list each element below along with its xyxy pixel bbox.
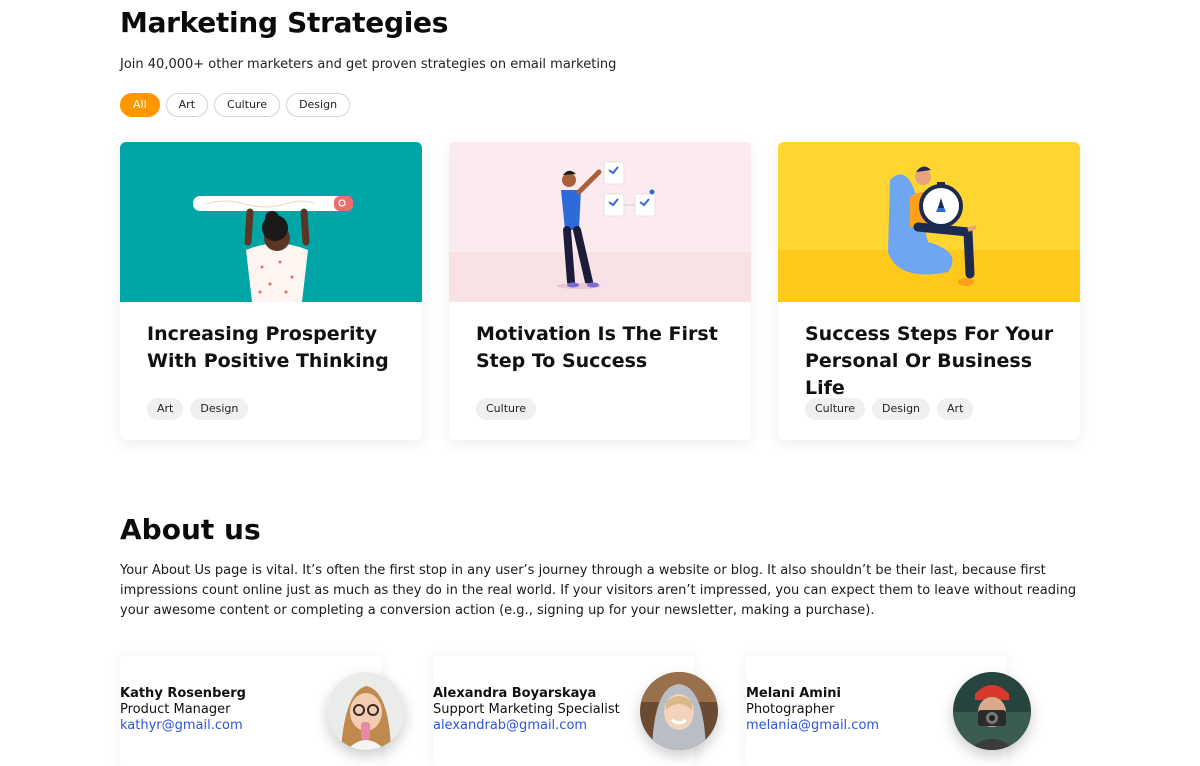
team-list: Kathy Rosenberg Product Manager kathyr@g… [120,656,1031,766]
article-illustration [778,142,1080,302]
article-illustration [449,142,751,302]
member-name: Alexandra Boyarskaya [433,686,597,701]
article-tags: Culture Design Art [805,398,974,420]
avatar [640,672,718,750]
avatar [327,672,405,750]
avatar [953,672,1031,750]
tag[interactable]: Art [147,398,184,420]
article-title[interactable]: Motivation Is The First Step To Success [476,321,738,375]
tag[interactable]: Design [190,398,249,420]
filter-all[interactable]: All [120,93,160,117]
article-title[interactable]: Success Steps For Your Personal Or Busin… [805,321,1067,402]
filter-bar: All Art Culture Design [120,93,351,117]
member-name: Melani Amini [746,686,841,701]
team-member-card: Kathy Rosenberg Product Manager kathyr@g… [120,656,405,766]
tag[interactable]: Culture [476,398,537,420]
article-card[interactable]: Success Steps For Your Personal Or Busin… [778,142,1080,440]
about-text: Your About Us page is vital. It’s often … [120,563,1077,618]
member-email-link[interactable]: alexandrab@gmail.com [433,718,587,733]
member-role: Product Manager [120,702,231,717]
filter-art[interactable]: Art [165,93,209,117]
article-illustration [120,142,422,302]
member-name: Kathy Rosenberg [120,686,246,701]
member-email-link[interactable]: kathyr@gmail.com [120,718,243,733]
member-role: Photographer [746,702,835,717]
member-role: Support Marketing Specialist [433,702,620,717]
team-member-card: Alexandra Boyarskaya Support Marketing S… [433,656,718,766]
article-tags: Art Design [147,398,249,420]
page-subtitle: Join 40,000+ other marketers and get pro… [120,57,617,72]
team-member-card: Melani Amini Photographer melania@gmail.… [746,656,1031,766]
tag[interactable]: Culture [805,398,866,420]
article-tags: Culture [476,398,537,420]
filter-design[interactable]: Design [286,93,351,117]
page-title: Marketing Strategies [120,6,449,39]
filter-culture[interactable]: Culture [214,93,281,117]
article-cards: Increasing Prosperity With Positive Thin… [120,142,1080,440]
article-card[interactable]: Increasing Prosperity With Positive Thin… [120,142,422,440]
tag[interactable]: Design [872,398,931,420]
member-email-link[interactable]: melania@gmail.com [746,718,879,733]
about-title: About us [120,513,261,546]
tag[interactable]: Art [937,398,974,420]
article-card[interactable]: Motivation Is The First Step To Success … [449,142,751,440]
article-title[interactable]: Increasing Prosperity With Positive Thin… [147,321,409,375]
